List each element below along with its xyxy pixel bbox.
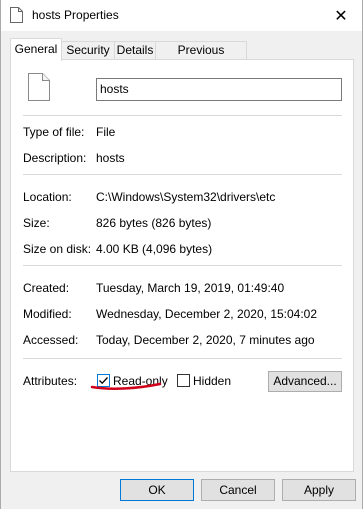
divider bbox=[23, 174, 342, 175]
size-label: Size: bbox=[23, 216, 50, 230]
hidden-label[interactable]: Hidden bbox=[193, 374, 231, 388]
title-bar[interactable]: hosts Properties ✕ bbox=[1, 0, 362, 31]
ok-button[interactable]: OK bbox=[120, 479, 194, 501]
created-label: Created: bbox=[23, 281, 70, 295]
type-value: File bbox=[96, 125, 116, 139]
modified-label: Modified: bbox=[23, 307, 72, 321]
file-name-field[interactable]: hosts bbox=[96, 78, 342, 101]
cancel-button[interactable]: Cancel bbox=[201, 479, 275, 501]
location-value: C:\Windows\System32\drivers\etc bbox=[96, 190, 276, 204]
modified-value: Wednesday, December 2, 2020, 15:04:02 bbox=[96, 307, 318, 321]
general-panel: hosts Type of file: File Description: ho… bbox=[10, 59, 354, 472]
size-on-disk-label: Size on disk: bbox=[23, 242, 92, 256]
description-label: Description: bbox=[23, 151, 87, 165]
advanced-button[interactable]: Advanced... bbox=[268, 371, 342, 392]
tab-previous-versions[interactable]: Previous Versions bbox=[155, 41, 247, 74]
window-title: hosts Properties bbox=[32, 8, 119, 22]
properties-window: hosts Properties ✕ General Security Deta… bbox=[0, 0, 363, 509]
tab-security[interactable]: Security bbox=[61, 41, 115, 60]
divider bbox=[23, 358, 342, 359]
close-icon: ✕ bbox=[334, 7, 348, 25]
attributes-label: Attributes: bbox=[23, 374, 78, 388]
divider bbox=[23, 265, 342, 266]
size-value: 826 bytes (826 bytes) bbox=[96, 216, 212, 230]
apply-button[interactable]: Apply bbox=[282, 479, 356, 501]
hidden-checkbox[interactable] bbox=[177, 374, 190, 387]
accessed-value: Today, December 2, 2020, 7 minutes ago bbox=[96, 333, 315, 347]
location-label: Location: bbox=[23, 190, 72, 204]
size-on-disk-value: 4.00 KB (4,096 bytes) bbox=[96, 242, 213, 256]
description-value: hosts bbox=[96, 151, 125, 165]
close-button[interactable]: ✕ bbox=[322, 0, 360, 31]
tab-details[interactable]: Details bbox=[114, 41, 156, 60]
red-annotation-underline bbox=[90, 382, 162, 390]
tab-general[interactable]: General bbox=[10, 38, 62, 61]
accessed-label: Accessed: bbox=[23, 333, 79, 347]
divider bbox=[23, 115, 342, 116]
document-icon bbox=[28, 73, 50, 101]
created-value: Tuesday, March 19, 2019, 01:49:40 bbox=[96, 281, 285, 295]
type-label: Type of file: bbox=[23, 125, 85, 139]
file-icon bbox=[10, 7, 23, 23]
